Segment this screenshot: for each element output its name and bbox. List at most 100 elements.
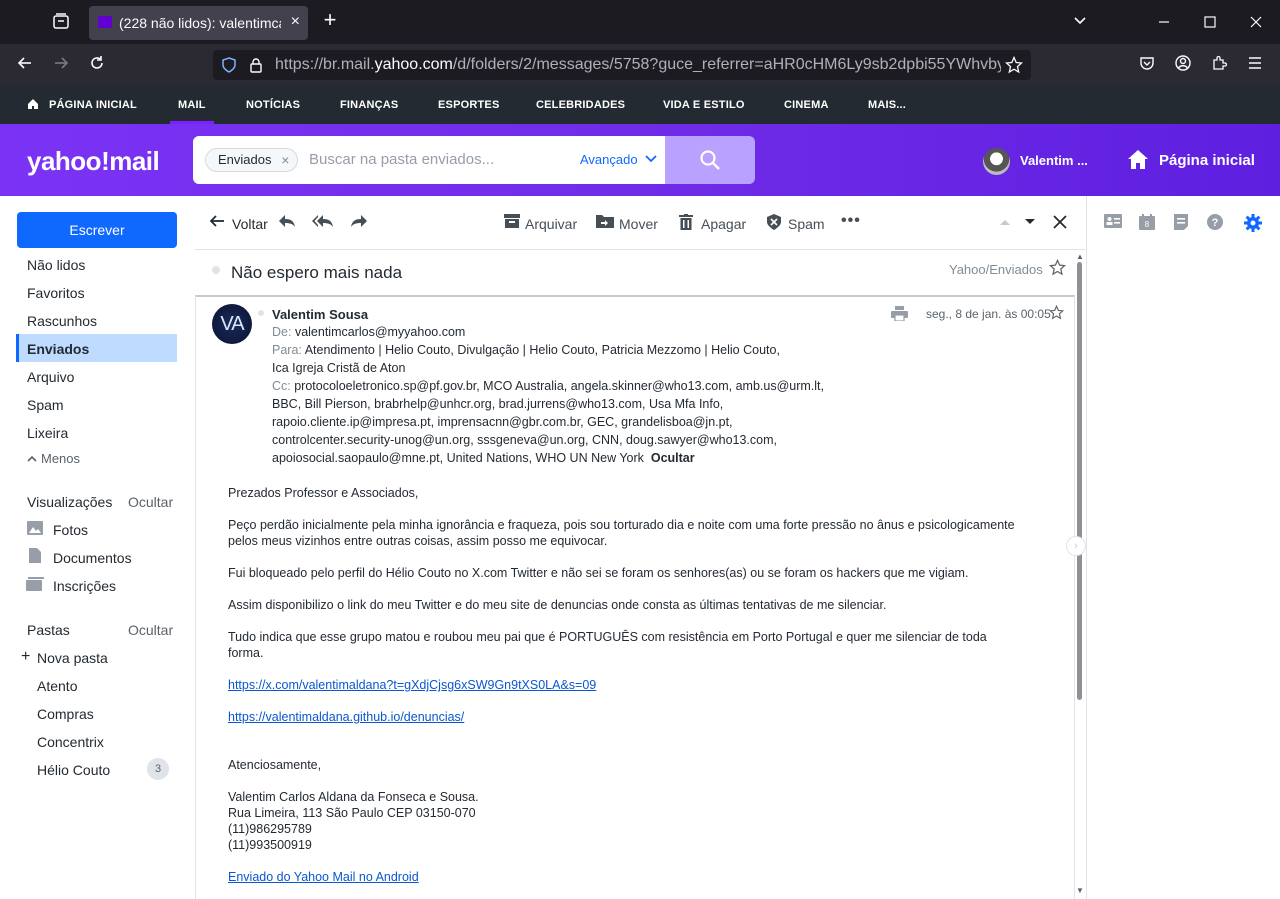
message-star-icon[interactable] — [1048, 304, 1065, 325]
account-icon[interactable] — [1171, 55, 1195, 75]
search-input[interactable] — [309, 151, 559, 168]
nav-mais[interactable]: MAIS... — [868, 99, 906, 111]
folders-hide-button[interactable]: Ocultar — [128, 622, 173, 638]
print-icon[interactable] — [891, 306, 908, 326]
folder-lixeira[interactable]: Lixeira — [27, 425, 68, 441]
bookmark-star-icon[interactable] — [1004, 55, 1024, 79]
more-actions-icon[interactable]: ••• — [841, 212, 861, 230]
address-bar[interactable]: https://br.mail.yahoo.com/d/folders/2/me… — [213, 50, 1031, 80]
yahoo-mail-logo[interactable]: yahoo!mail — [27, 146, 160, 177]
cc-recipients-line5[interactable]: apoiosocial.saopaulo@mne.pt, United Nati… — [272, 451, 644, 465]
cc-recipients-line2[interactable]: BBC, Bill Pierson, brabrhelp@unhcr.org, … — [272, 397, 723, 411]
next-message-icon[interactable] — [1024, 214, 1036, 232]
hide-recipients-button[interactable]: Ocultar — [651, 451, 695, 465]
folder-favoritos[interactable]: Favoritos — [27, 285, 85, 301]
sent-from-yahoo-link[interactable]: Enviado do Yahoo Mail no Android — [228, 869, 419, 885]
tracking-protection-shield-icon[interactable] — [221, 57, 237, 78]
body-paragraph-1a: Peço perdão inicialmente pela minha igno… — [228, 518, 1015, 532]
minimize-window-icon[interactable] — [1152, 12, 1176, 32]
folder-helio-couto[interactable]: Hélio Couto — [37, 762, 110, 778]
folder-concentrix[interactable]: Concentrix — [37, 734, 104, 750]
plus-icon[interactable]: + — [21, 648, 30, 666]
calendar-icon[interactable]: 8 — [1139, 214, 1155, 234]
move-folder-icon — [596, 214, 614, 233]
from-address[interactable]: valentimcarlos@myyahoo.com — [295, 325, 465, 339]
views-hide-button[interactable]: Ocultar — [128, 494, 173, 510]
twitter-link[interactable]: https://x.com/valentimaldana?t=gXdjCjsg6… — [228, 677, 596, 693]
menu-hamburger-icon[interactable] — [1243, 55, 1267, 75]
folder-spam[interactable]: Spam — [27, 397, 64, 413]
tab-close-icon[interactable]: × — [291, 13, 300, 31]
archive-button[interactable]: Arquivar — [525, 216, 577, 232]
scroll-down-arrow-icon[interactable]: ▼ — [1076, 886, 1084, 895]
read-indicator-dot[interactable] — [212, 266, 220, 274]
nav-financas[interactable]: FINANÇAS — [340, 99, 398, 111]
move-button[interactable]: Mover — [619, 216, 658, 232]
nav-pagina-inicial[interactable]: PÁGINA INICIAL — [49, 99, 137, 111]
lock-icon[interactable] — [249, 57, 263, 78]
nav-cinema[interactable]: CINEMA — [784, 99, 829, 111]
reply-icon[interactable] — [278, 214, 296, 233]
new-tab-icon[interactable]: + — [318, 9, 342, 31]
tab-overview-icon[interactable] — [49, 12, 73, 34]
folder-nao-lidos[interactable]: Não lidos — [27, 257, 85, 273]
to-recipients-line2[interactable]: Ica Igreja Cristã de Aton — [272, 361, 405, 375]
scrollbar-thumb[interactable] — [1077, 262, 1082, 700]
folder-atento[interactable]: Atento — [37, 678, 77, 694]
contacts-icon[interactable] — [1104, 214, 1122, 232]
folder-arquivo[interactable]: Arquivo — [27, 369, 74, 385]
nav-mail[interactable]: MAIL — [178, 99, 206, 111]
reply-all-icon[interactable] — [312, 214, 334, 233]
star-icon[interactable] — [1048, 258, 1067, 281]
close-message-icon[interactable] — [1053, 215, 1067, 234]
website-link[interactable]: https://valentimaldana.github.io/denunci… — [228, 709, 464, 725]
to-label: Para: — [272, 343, 302, 357]
spam-button[interactable]: Spam — [788, 216, 825, 232]
folder-compras[interactable]: Compras — [37, 706, 94, 722]
folder-enviados[interactable]: Enviados — [27, 341, 89, 357]
message-read-dot[interactable] — [258, 310, 264, 316]
previous-message-icon[interactable] — [999, 214, 1011, 232]
home-icon[interactable] — [27, 97, 39, 115]
search-folder-pill[interactable]: Enviados × — [205, 148, 299, 172]
cc-recipients-line4[interactable]: controlcenter.security-unog@un.org, sssg… — [272, 433, 777, 447]
nav-vida-e-estilo[interactable]: VIDA E ESTILO — [663, 99, 745, 111]
forward-icon[interactable] — [350, 214, 368, 233]
view-fotos[interactable]: Fotos — [53, 522, 88, 538]
nav-noticias[interactable]: NOTÍCIAS — [246, 99, 300, 111]
sender-name[interactable]: Valentim Sousa — [272, 307, 368, 322]
advanced-search-button[interactable]: Avançado — [580, 152, 657, 167]
compose-button[interactable]: Escrever — [17, 212, 177, 248]
reload-icon[interactable] — [85, 55, 109, 75]
pill-close-icon[interactable]: × — [281, 149, 289, 171]
cc-recipients-line3[interactable]: rapoio.cliente.ip@impresa.pt, imprensacn… — [272, 415, 733, 429]
toggle-less-button[interactable]: Menos — [27, 451, 80, 466]
view-documentos[interactable]: Documentos — [53, 550, 132, 566]
extensions-icon[interactable] — [1207, 55, 1231, 75]
to-recipients-line1[interactable]: Atendimento | Helio Couto, Divulgação | … — [305, 343, 780, 357]
back-arrow-icon[interactable] — [13, 55, 37, 75]
forward-arrow-icon[interactable] — [49, 55, 73, 75]
list-tabs-chevron-down-icon[interactable] — [1068, 12, 1092, 32]
maximize-window-icon[interactable] — [1198, 12, 1222, 32]
help-icon[interactable]: ? — [1207, 214, 1223, 234]
folder-rascunhos[interactable]: Rascunhos — [27, 313, 97, 329]
back-arrow-icon[interactable] — [209, 214, 225, 233]
notepad-icon[interactable] — [1174, 214, 1188, 234]
settings-gear-icon[interactable] — [1244, 214, 1262, 236]
pocket-icon[interactable] — [1135, 55, 1159, 75]
search-button[interactable] — [665, 136, 755, 184]
nav-celebridades[interactable]: CELEBRIDADES — [536, 99, 625, 111]
home-icon — [1128, 150, 1148, 169]
scroll-up-arrow-icon[interactable]: ▲ — [1076, 252, 1084, 261]
close-window-icon[interactable] — [1244, 12, 1268, 32]
new-folder-button[interactable]: Nova pasta — [37, 650, 108, 666]
nav-esportes[interactable]: ESPORTES — [438, 99, 500, 111]
cc-recipients-line1[interactable]: protocoloeletronico.sp@pf.gov.br, MCO Au… — [294, 379, 824, 393]
body-paragraph-4a: Tudo indica que esse grupo matou e roubo… — [228, 630, 987, 644]
browser-tab[interactable]: (228 não lidos): valentimcarlos@myyahoo.… — [89, 6, 308, 40]
delete-button[interactable]: Apagar — [701, 216, 746, 232]
view-inscricoes[interactable]: Inscrições — [53, 578, 116, 594]
back-button[interactable]: Voltar — [232, 216, 268, 232]
expand-panel-chevron-right-icon[interactable]: › — [1066, 536, 1086, 556]
